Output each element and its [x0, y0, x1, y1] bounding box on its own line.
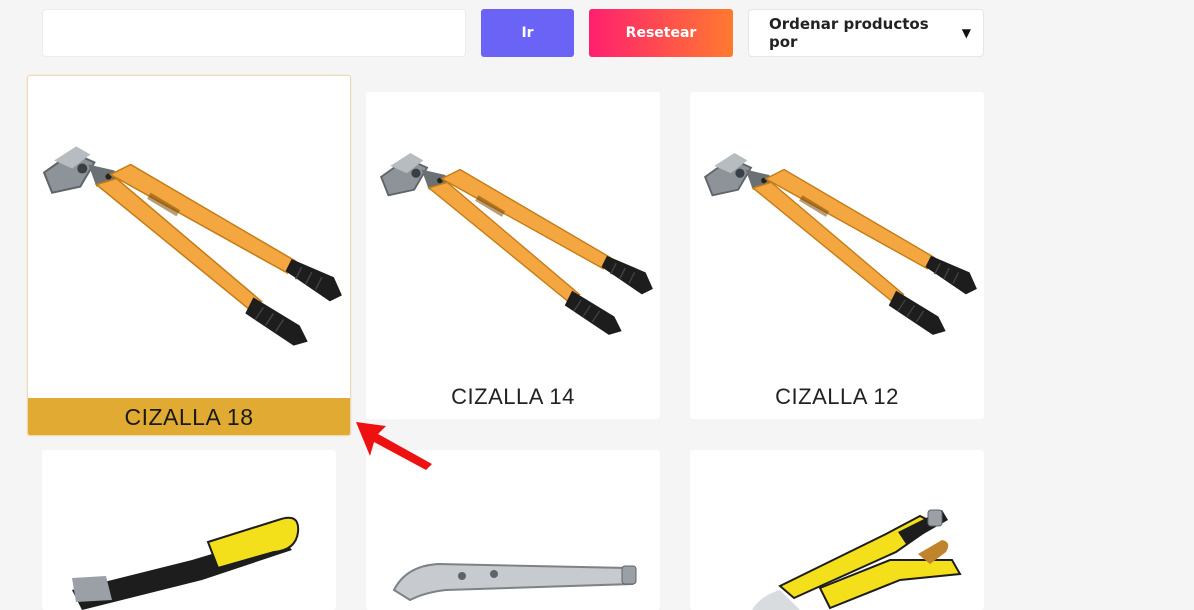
sort-select-value: Ordenar productos por	[769, 15, 929, 51]
bolt-cutter-image	[370, 142, 660, 344]
product-card[interactable]	[690, 450, 984, 610]
red-arrow-pointer-icon	[356, 422, 432, 470]
chevron-down-icon: ▼	[961, 26, 971, 40]
product-name: CIZALLA 12	[775, 384, 899, 409]
toolbar: Ir Resetear Ordenar productos por ▼	[0, 0, 1194, 70]
product-card-cizalla-14[interactable]: CIZALLA 14	[366, 92, 660, 419]
product-card[interactable]	[366, 450, 660, 610]
bolt-cutter-image	[32, 134, 351, 356]
product-card-cizalla-12[interactable]: CIZALLA 12	[690, 92, 984, 419]
go-button[interactable]: Ir	[481, 9, 574, 57]
sort-select[interactable]: Ordenar productos por ▼	[748, 9, 984, 57]
product-name: CIZALLA 18	[28, 398, 350, 435]
yellow-handle-tool-image	[72, 516, 300, 610]
product-card[interactable]	[42, 450, 336, 610]
locking-pliers-image	[392, 562, 637, 602]
product-name: CIZALLA 14	[451, 384, 575, 409]
search-input[interactable]	[42, 9, 466, 57]
bolt-cutter-image	[694, 142, 984, 344]
reset-button[interactable]: Resetear	[589, 9, 733, 57]
product-card-cizalla-18[interactable]: CIZALLA 18	[27, 75, 351, 436]
yellow-pliers-image	[752, 509, 962, 610]
